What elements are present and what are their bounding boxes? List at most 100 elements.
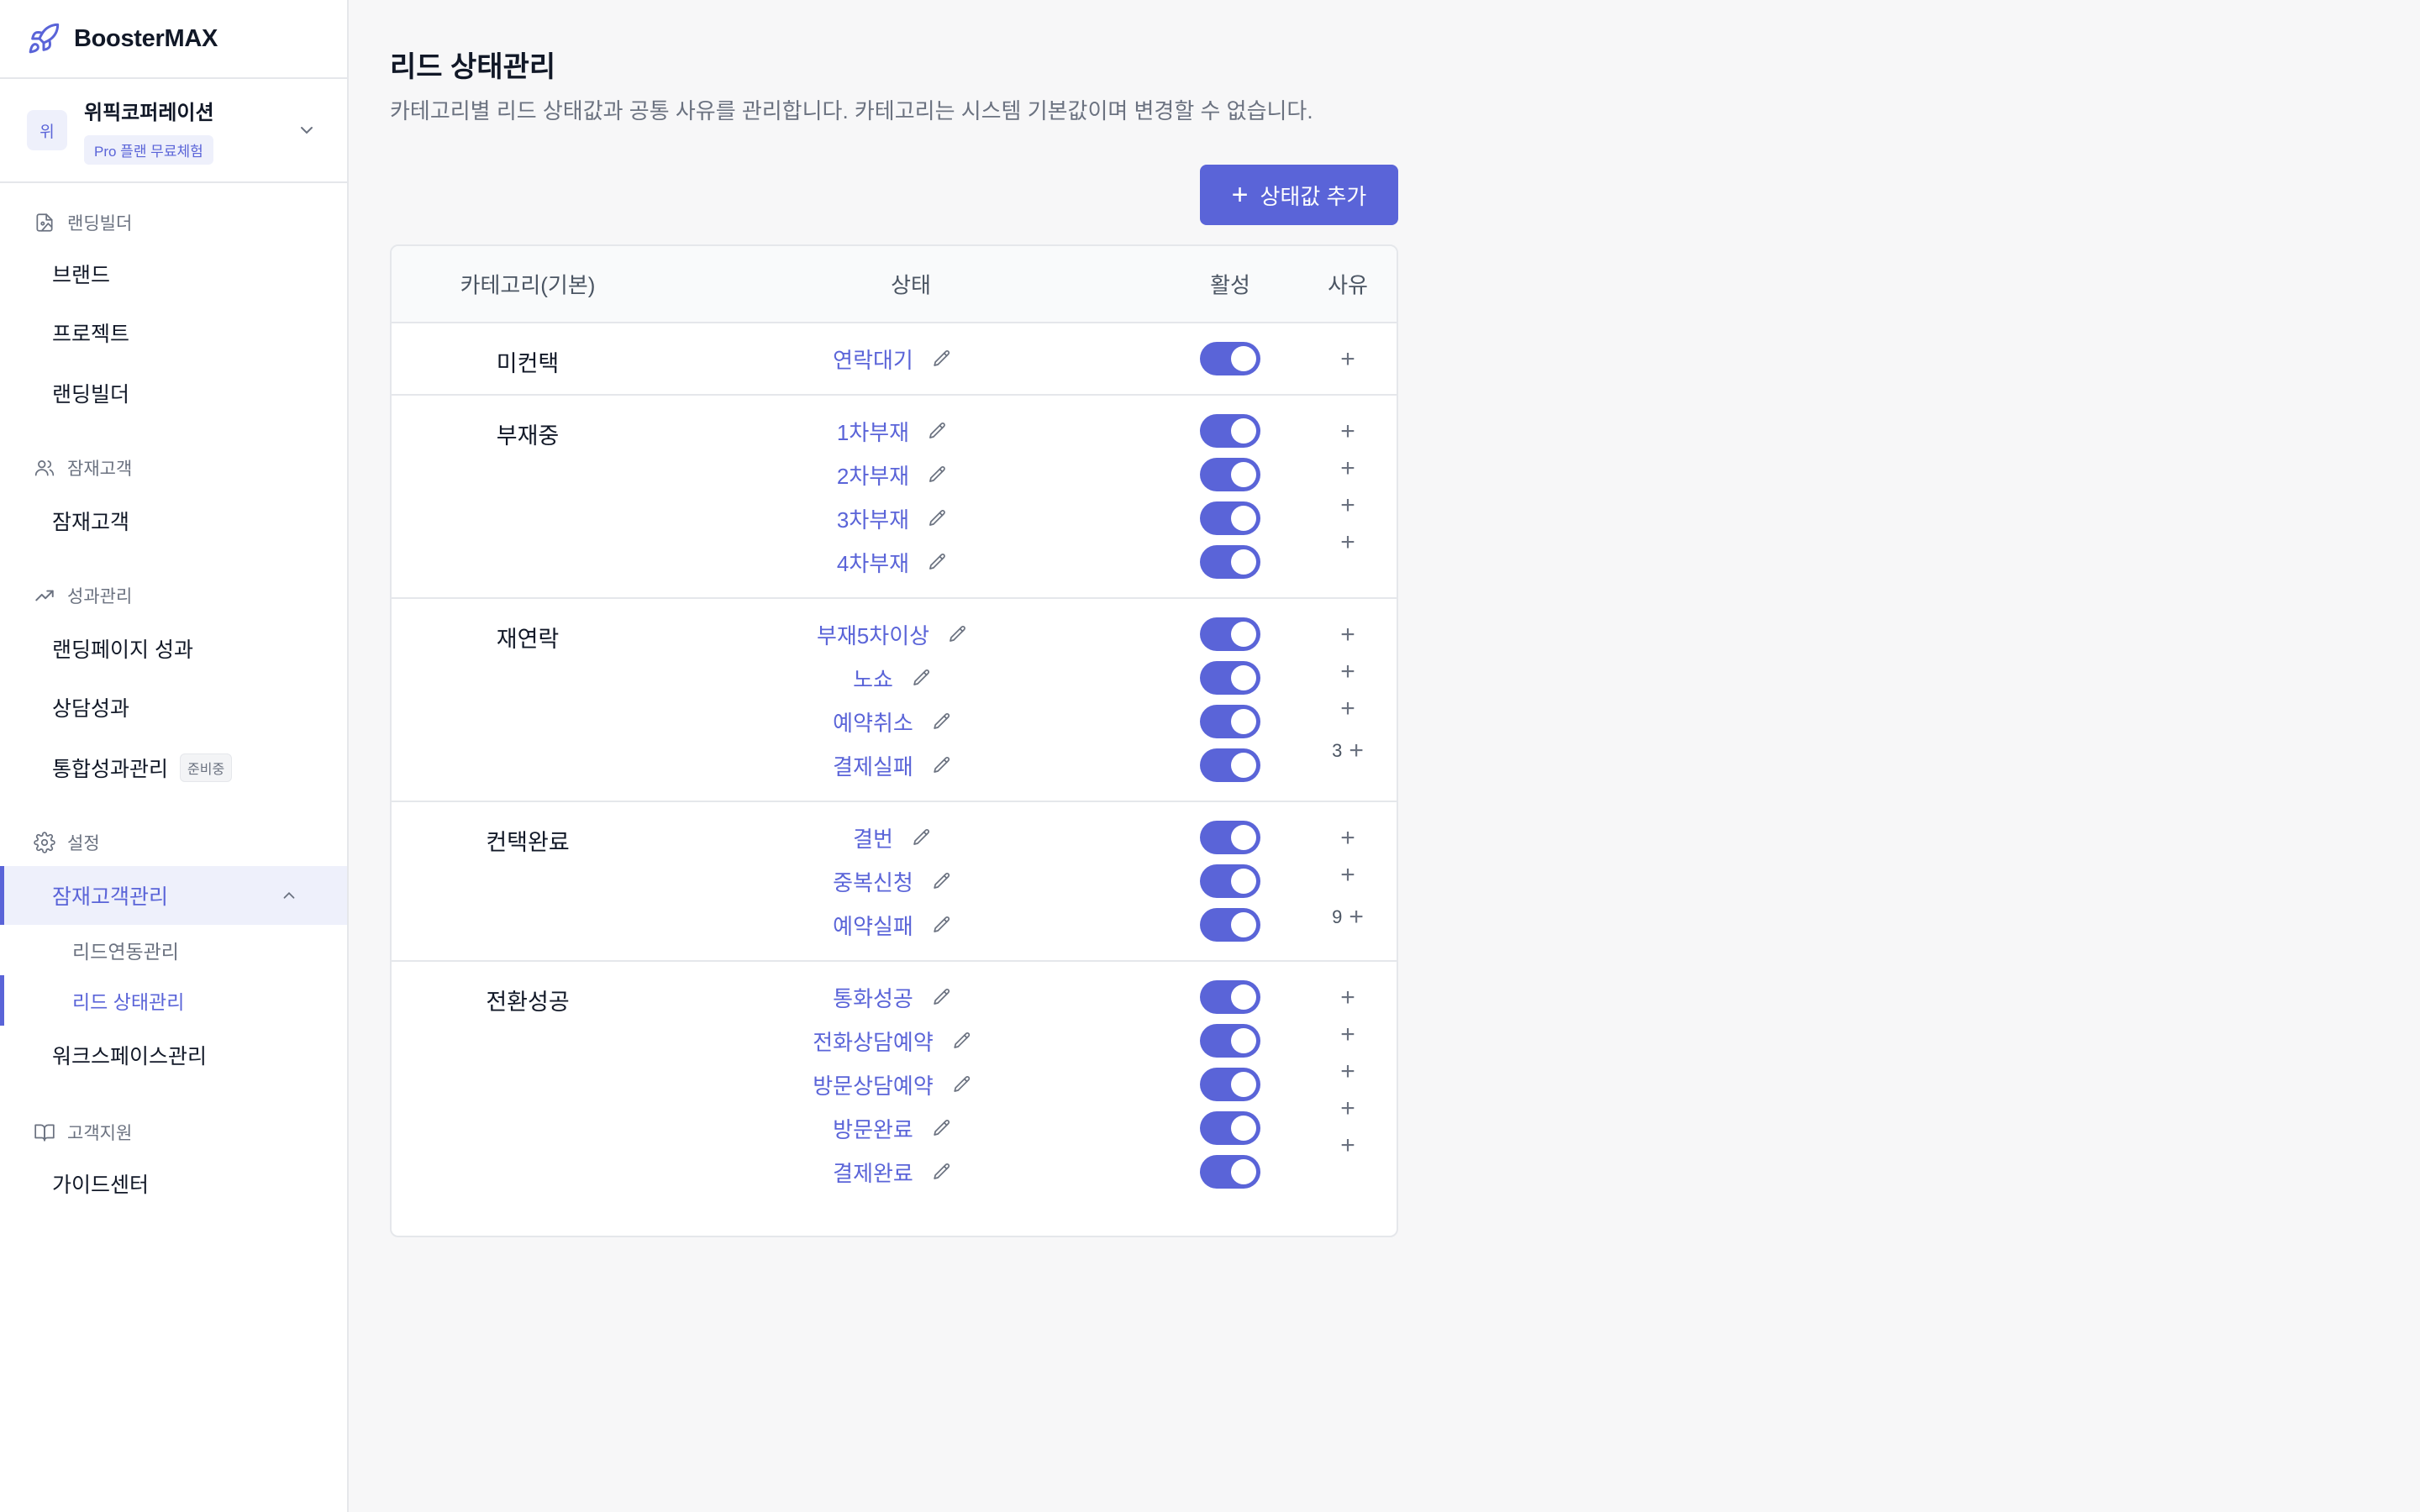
status-cell: 노쇼 — [853, 656, 932, 700]
toggle-knob — [1231, 1159, 1256, 1184]
chevron-down-icon[interactable] — [297, 120, 317, 140]
pencil-icon[interactable] — [912, 668, 932, 688]
sidebar-subitem-lead-sync[interactable]: 리드연동관리 — [0, 925, 347, 975]
sidebar-item-project[interactable]: 프로젝트 — [0, 303, 347, 362]
table-row: 부재5차이상 — [392, 612, 1397, 656]
pencil-icon[interactable] — [928, 552, 948, 572]
status-name[interactable]: 결번 — [853, 822, 893, 853]
add-reason-button[interactable]: + — [1340, 659, 1355, 685]
toggle-knob — [1231, 869, 1256, 894]
pencil-icon[interactable] — [932, 915, 952, 935]
add-reason-button[interactable]: + — [1340, 1022, 1355, 1047]
active-toggle[interactable] — [1200, 414, 1260, 448]
active-toggle[interactable] — [1200, 617, 1260, 651]
status-name[interactable]: 중복신청 — [833, 866, 913, 897]
pencil-icon[interactable] — [932, 755, 952, 775]
section-landing-builder: 랜딩빌더 — [0, 210, 132, 235]
pencil-icon[interactable] — [928, 421, 948, 441]
active-toggle[interactable] — [1200, 980, 1260, 1014]
add-reason-button[interactable]: + — [1340, 826, 1355, 851]
pencil-icon[interactable] — [932, 871, 952, 891]
status-name[interactable]: 예약실패 — [833, 910, 913, 941]
status-cell: 방문상담예약 — [813, 1063, 972, 1106]
reason-count[interactable]: 3 + — [1332, 738, 1364, 764]
add-reason-button[interactable]: + — [1340, 1133, 1355, 1158]
active-toggle[interactable] — [1200, 1024, 1260, 1058]
active-toggle[interactable] — [1200, 864, 1260, 898]
users-icon — [34, 460, 55, 476]
active-toggle[interactable] — [1200, 1111, 1260, 1145]
pencil-icon[interactable] — [932, 349, 952, 369]
pencil-icon[interactable] — [912, 827, 932, 848]
add-reason-button[interactable]: + — [1340, 1059, 1355, 1084]
sidebar-item-prospect-management[interactable]: 잠재고객관리 — [0, 866, 347, 925]
status-name[interactable]: 방문완료 — [833, 1113, 913, 1144]
active-toggle[interactable] — [1200, 661, 1260, 695]
add-reason-button[interactable]: + — [1340, 863, 1355, 888]
toggle-knob — [1231, 346, 1256, 371]
active-toggle[interactable] — [1200, 545, 1260, 579]
active-toggle[interactable] — [1200, 342, 1260, 375]
status-name[interactable]: 1차부재 — [837, 416, 909, 447]
pencil-icon[interactable] — [928, 508, 948, 528]
status-name[interactable]: 결제완료 — [833, 1157, 913, 1188]
add-reason-button[interactable]: + — [1340, 985, 1355, 1011]
active-toggle[interactable] — [1200, 458, 1260, 491]
pencil-icon[interactable] — [928, 465, 948, 485]
active-toggle[interactable] — [1200, 821, 1260, 854]
pencil-icon[interactable] — [948, 624, 968, 644]
status-name[interactable]: 결제실패 — [833, 750, 913, 781]
status-name[interactable]: 연락대기 — [833, 344, 913, 375]
status-name[interactable]: 노쇼 — [853, 663, 893, 694]
add-reason-button[interactable]: + — [1340, 347, 1355, 372]
reason-count[interactable]: 9 + — [1332, 905, 1364, 930]
status-name[interactable]: 2차부재 — [837, 459, 909, 491]
status-name[interactable]: 부재5차이상 — [817, 619, 929, 650]
status-name[interactable]: 예약취소 — [833, 706, 913, 738]
add-reason-button[interactable]: + — [1340, 622, 1355, 648]
sidebar-item-prospects[interactable]: 잠재고객 — [0, 491, 347, 550]
status-name[interactable]: 통화성공 — [833, 982, 913, 1013]
add-reason-button[interactable]: + — [1340, 530, 1355, 555]
status-name[interactable]: 전화상담예약 — [813, 1026, 934, 1057]
active-toggle[interactable] — [1200, 1068, 1260, 1101]
active-toggle[interactable] — [1200, 1155, 1260, 1189]
add-reason-button[interactable]: + — [1340, 696, 1355, 722]
active-toggle[interactable] — [1200, 705, 1260, 738]
sidebar-item-integrated-performance[interactable]: 통합성과관리 준비중 — [0, 738, 347, 797]
status-name[interactable]: 4차부재 — [837, 547, 909, 578]
pencil-icon[interactable] — [932, 987, 952, 1007]
chevron-up-icon — [283, 891, 295, 899]
toggle-knob — [1231, 418, 1256, 444]
add-reason-button[interactable]: + — [1340, 493, 1355, 518]
table-row: 결제실패 — [392, 743, 1397, 787]
pencil-icon[interactable] — [932, 711, 952, 732]
section-prospects: 잠재고객 — [0, 455, 132, 480]
pencil-icon[interactable] — [952, 1031, 972, 1051]
workspace-switcher[interactable]: 위 위픽코퍼레이션 Pro 플랜 무료체험 — [0, 79, 347, 183]
brand-header[interactable]: BoosterMAX — [0, 0, 347, 79]
status-cell: 1차부재 — [837, 409, 948, 453]
pencil-icon[interactable] — [932, 1118, 952, 1138]
status-name[interactable]: 3차부재 — [837, 503, 909, 534]
status-cell: 3차부재 — [837, 496, 948, 540]
pencil-icon[interactable] — [932, 1162, 952, 1182]
sidebar-item-brand[interactable]: 브랜드 — [0, 244, 347, 303]
sidebar-item-guide-center[interactable]: 가이드센터 — [0, 1154, 347, 1213]
sidebar-item-consult-performance[interactable]: 상담성과 — [0, 678, 347, 737]
pencil-icon[interactable] — [952, 1074, 972, 1095]
sidebar-subitem-lead-status[interactable]: 리드 상태관리 — [0, 975, 347, 1026]
active-toggle[interactable] — [1200, 748, 1260, 782]
active-toggle[interactable] — [1200, 908, 1260, 942]
active-toggle[interactable] — [1200, 501, 1260, 535]
sidebar-item-landing-performance[interactable]: 랜딩페이지 성과 — [0, 619, 347, 678]
add-reason-button[interactable]: + — [1340, 1096, 1355, 1121]
sidebar-item-landing-builder[interactable]: 랜딩빌더 — [0, 364, 347, 423]
add-reason-button[interactable]: + — [1340, 419, 1355, 444]
sidebar-item-workspace-management[interactable]: 워크스페이스관리 — [0, 1026, 347, 1084]
add-status-button[interactable]: + 상태값 추가 — [1200, 165, 1398, 225]
add-reason-button[interactable]: + — [1340, 456, 1355, 481]
sidebar-item-label: 통합성과관리 — [52, 758, 169, 781]
toggle-knob — [1231, 753, 1256, 778]
status-name[interactable]: 방문상담예약 — [813, 1069, 934, 1100]
